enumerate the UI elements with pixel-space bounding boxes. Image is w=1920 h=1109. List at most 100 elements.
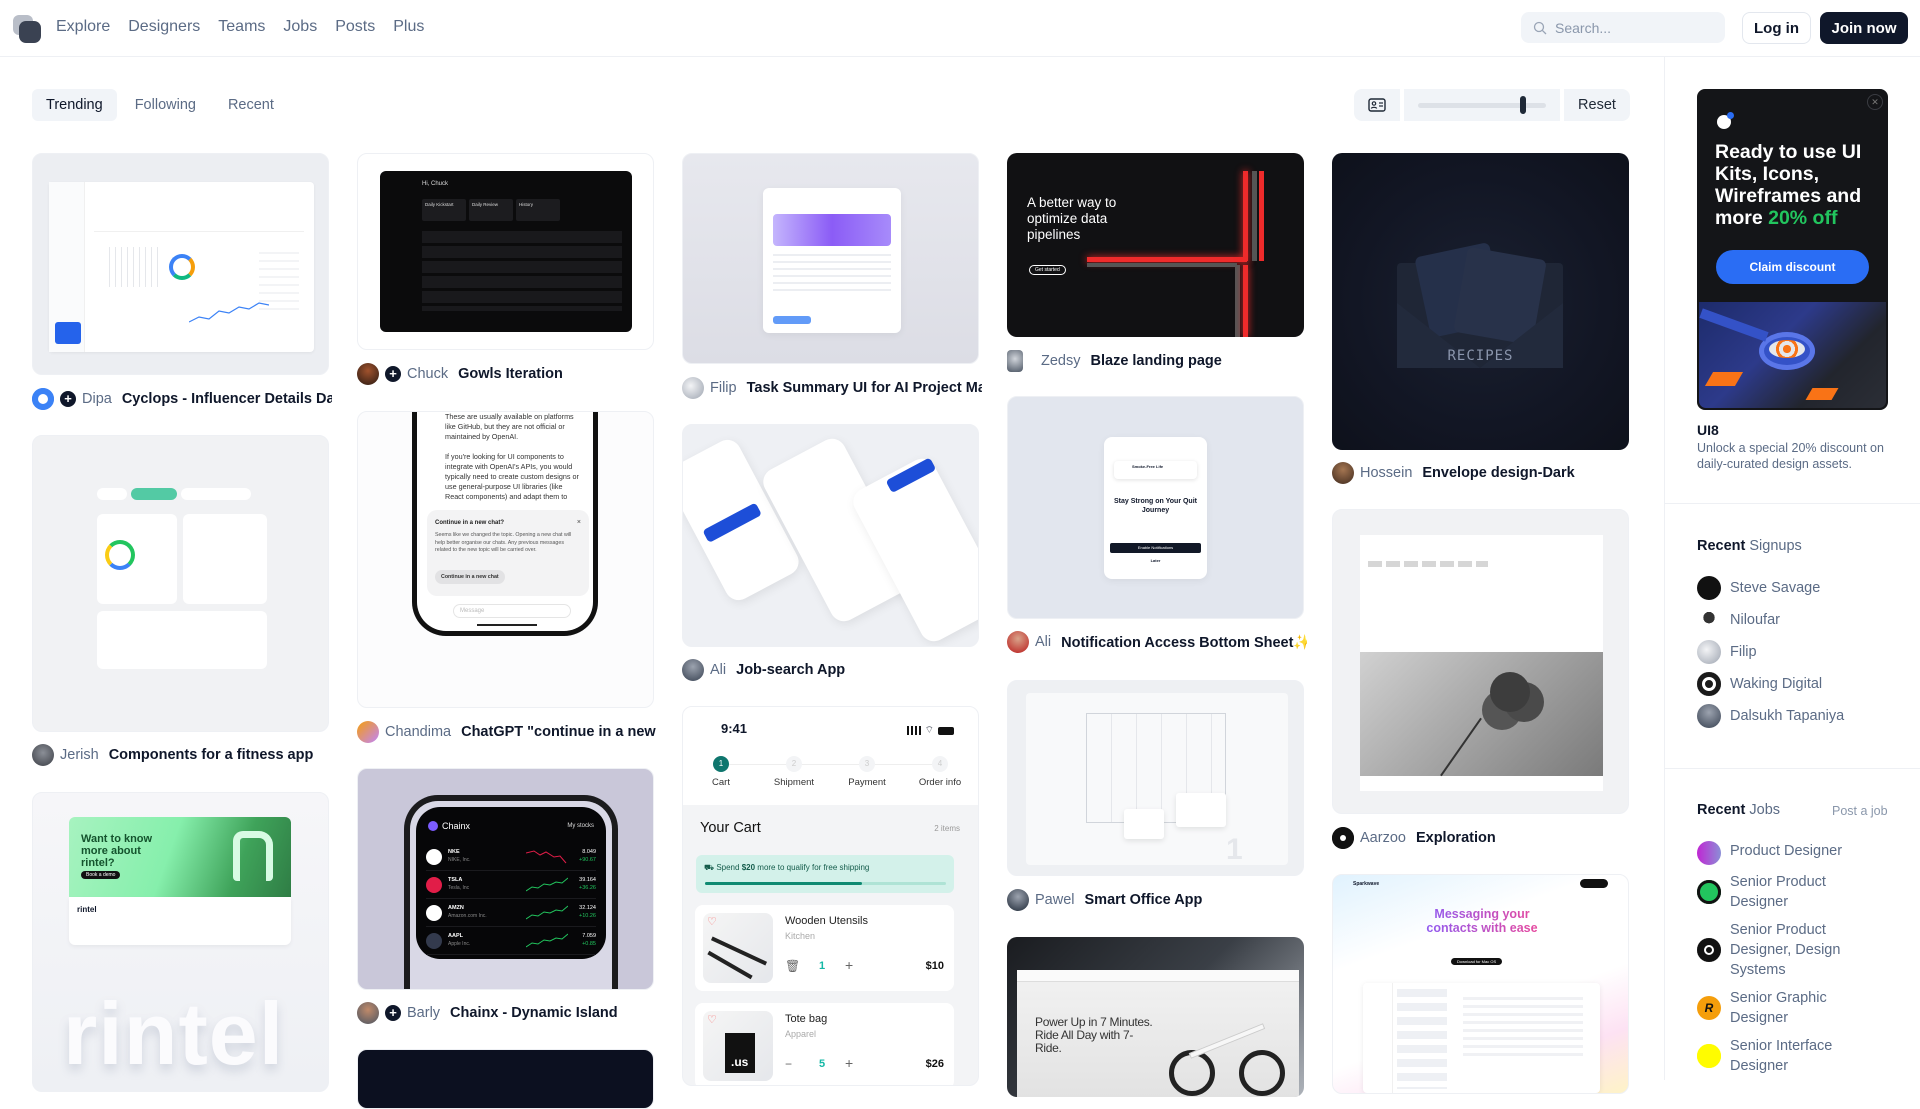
- author-name[interactable]: Zedsy: [1041, 353, 1081, 369]
- job-item[interactable]: Senior Product Designer: [1697, 872, 1847, 912]
- shot-title[interactable]: Envelope design-Dark: [1422, 465, 1574, 481]
- join-now-button[interactable]: Join now: [1820, 12, 1908, 44]
- layout-toggle-button[interactable]: [1354, 89, 1400, 121]
- shot-thumbnail[interactable]: [32, 435, 329, 732]
- follow-plus-icon[interactable]: +: [385, 1005, 401, 1021]
- author-avatar[interactable]: [32, 388, 54, 410]
- author-name[interactable]: Hossein: [1360, 465, 1412, 481]
- promo-title[interactable]: UI8: [1697, 422, 1719, 438]
- nav-jobs[interactable]: Jobs: [283, 18, 317, 36]
- author-avatar[interactable]: [682, 659, 704, 681]
- author-avatar[interactable]: [357, 363, 379, 385]
- shot-thumbnail[interactable]: [357, 1049, 654, 1109]
- shot-title[interactable]: Cyclops - Influencer Details Da: [122, 391, 332, 407]
- nav-designers[interactable]: Designers: [128, 18, 200, 36]
- close-icon[interactable]: ✕: [1867, 94, 1883, 110]
- job-item[interactable]: Product Designer: [1697, 841, 1877, 865]
- chainx-logo-icon: [428, 821, 438, 831]
- tab-recent[interactable]: Recent: [214, 89, 288, 121]
- signup-item[interactable]: Niloufar: [1697, 608, 1780, 632]
- tab-trending[interactable]: Trending: [32, 89, 117, 121]
- tab-following[interactable]: Following: [121, 89, 210, 121]
- heart-icon: ♡: [707, 1014, 717, 1026]
- author-name[interactable]: Barly: [407, 1005, 440, 1021]
- nav-posts[interactable]: Posts: [335, 18, 375, 36]
- author-avatar[interactable]: [1332, 827, 1354, 849]
- stock-company: Apple Inc.: [448, 941, 471, 947]
- shot-thumbnail[interactable]: Power Up in 7 Minutes. Ride All Day with…: [1007, 937, 1304, 1097]
- author-name[interactable]: Dipa: [82, 391, 112, 407]
- job-item[interactable]: Senior Interface Designer: [1697, 1036, 1847, 1076]
- shot-title[interactable]: Blaze landing page: [1091, 353, 1222, 369]
- author-avatar[interactable]: [357, 721, 379, 743]
- author-avatar[interactable]: [1007, 889, 1029, 911]
- shot-title[interactable]: Smart Office App: [1085, 892, 1203, 908]
- job-item[interactable]: R Senior Graphic Designer: [1697, 988, 1847, 1028]
- signup-item[interactable]: Waking Digital: [1697, 672, 1822, 696]
- login-button[interactable]: Log in: [1742, 12, 1811, 44]
- nav-explore[interactable]: Explore: [56, 18, 110, 36]
- shot-thumbnail[interactable]: [682, 153, 979, 364]
- shot-thumbnail[interactable]: Hi, Chuck Daily Kickstart Daily Review H…: [357, 153, 654, 350]
- reset-button[interactable]: Reset: [1564, 89, 1630, 121]
- shot-thumbnail[interactable]: [1332, 509, 1629, 814]
- author-name[interactable]: Pawel: [1035, 892, 1075, 908]
- claim-discount-button[interactable]: Claim discount: [1716, 250, 1869, 284]
- shipping-progress: [705, 882, 946, 885]
- author-avatar[interactable]: [357, 1002, 379, 1024]
- author-name[interactable]: Chuck: [407, 366, 448, 382]
- job-item[interactable]: Senior Product Designer, Design Systems: [1697, 920, 1847, 980]
- search-input[interactable]: Search...: [1521, 12, 1725, 43]
- follow-plus-icon[interactable]: +: [385, 366, 401, 382]
- shot-caption: Ali Notification Access Bottom Sheet✨: [1007, 630, 1307, 654]
- shot-thumbnail[interactable]: Sparkwave Messaging your contacts with e…: [1332, 874, 1629, 1094]
- author-avatar[interactable]: [682, 377, 704, 399]
- shot-title[interactable]: Notification Access Bottom Sheet✨: [1061, 634, 1307, 651]
- nav-plus[interactable]: Plus: [393, 18, 424, 36]
- author-name[interactable]: Aarzoo: [1360, 830, 1406, 846]
- shot-title[interactable]: Task Summary UI for AI Project Ma: [747, 380, 982, 396]
- shot-thumbnail[interactable]: A better way to optimize data pipelines …: [1007, 153, 1304, 337]
- author-name[interactable]: Ali: [710, 662, 726, 678]
- shot-title[interactable]: ChatGPT "continue in a new: [461, 724, 656, 740]
- nav-teams[interactable]: Teams: [218, 18, 265, 36]
- follow-plus-icon[interactable]: +: [60, 391, 76, 407]
- stock-price: 8.049: [582, 849, 596, 855]
- signup-item[interactable]: Dalsukh Tapaniya: [1697, 704, 1844, 728]
- zoom-slider-thumb[interactable]: [1519, 96, 1526, 114]
- shot-title[interactable]: Exploration: [1416, 830, 1496, 846]
- zoom-slider[interactable]: [1404, 89, 1560, 121]
- shot-title[interactable]: Gowls Iteration: [458, 366, 563, 382]
- shot-title[interactable]: Chainx - Dynamic Island: [450, 1005, 618, 1021]
- author-avatar[interactable]: [1332, 462, 1354, 484]
- author-name[interactable]: Ali: [1035, 634, 1051, 650]
- author-avatar[interactable]: [32, 744, 54, 766]
- shot-thumbnail[interactable]: [32, 153, 329, 375]
- site-logo[interactable]: [13, 15, 41, 43]
- shot-thumbnail[interactable]: Smoke-Free Life Stay Strong on Your Quit…: [1007, 396, 1304, 619]
- author-name[interactable]: Chandima: [385, 724, 451, 740]
- dialog-button: Continue in a new chat: [435, 570, 505, 584]
- shot-caption: + Barly Chainx - Dynamic Island: [357, 1001, 657, 1025]
- shot-thumbnail[interactable]: RECIPES: [1332, 153, 1629, 450]
- shot-title[interactable]: Job-search App: [736, 662, 845, 678]
- rintel-brand: rintel: [77, 905, 97, 914]
- signup-item[interactable]: Steve Savage: [1697, 576, 1820, 600]
- promo-ad[interactable]: ✕ Ready to use UI Kits, Icons, Wireframe…: [1697, 89, 1888, 410]
- product-category: Kitchen: [785, 931, 816, 941]
- shot-thumbnail[interactable]: [682, 424, 979, 647]
- author-avatar[interactable]: [1007, 631, 1029, 653]
- shot-thumbnail[interactable]: 9:41 ⌔ 1 Cart 2 Shipment 3 Payment 4 Order info…: [682, 706, 979, 1086]
- author-name[interactable]: Jerish: [60, 747, 99, 763]
- author-avatar[interactable]: [1007, 350, 1023, 372]
- shot-caption: Zedsy Blaze landing page: [1007, 349, 1307, 373]
- shot-thumbnail[interactable]: Chainx My stocks NKE NIKE, Inc. 8.049 +90.6…: [357, 768, 654, 990]
- shot-title[interactable]: Components for a fitness app: [109, 747, 314, 763]
- shot-thumbnail[interactable]: These are usually available on platforms…: [357, 411, 654, 708]
- product-name: Tote bag: [785, 1013, 828, 1025]
- shot-thumbnail[interactable]: Want to know more about rintel? Book a d…: [32, 792, 329, 1092]
- post-a-job-link[interactable]: Post a job: [1832, 804, 1888, 818]
- signup-item[interactable]: Filip: [1697, 640, 1757, 664]
- author-name[interactable]: Filip: [710, 380, 737, 396]
- shot-thumbnail[interactable]: 1: [1007, 680, 1304, 876]
